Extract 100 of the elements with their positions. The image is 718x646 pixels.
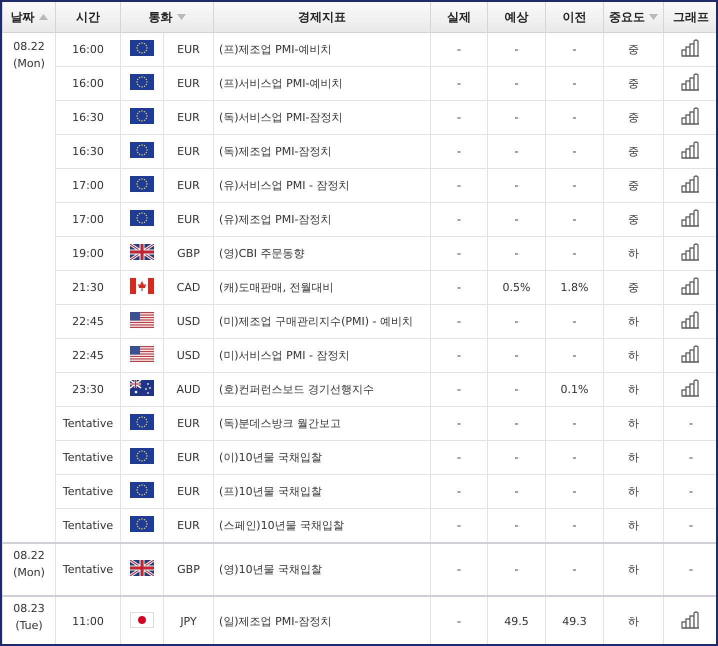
importance-text: 중: [628, 281, 639, 294]
flag-icon: [130, 142, 154, 158]
graph-placeholder-text: -: [689, 451, 693, 464]
time-text: Tentative: [62, 519, 114, 532]
previous-value: -: [572, 77, 576, 90]
previous-value: -: [572, 43, 576, 56]
flag-icon: [130, 612, 154, 628]
column-header[interactable]: 중요도: [604, 2, 664, 32]
forecast-value: -: [514, 213, 518, 226]
indicator-text: (미)제조업 구매관리지수(PMI) - 예비치: [219, 315, 413, 328]
time-text: 17:00: [72, 179, 104, 192]
flag-icon: [130, 244, 154, 260]
bar-chart-icon[interactable]: [681, 311, 701, 329]
bar-chart-icon[interactable]: [681, 611, 701, 629]
previous-value: -: [572, 315, 576, 328]
actual-value: -: [457, 349, 461, 362]
column-header: 그래프: [664, 2, 716, 32]
actual-value: -: [457, 383, 461, 396]
time-text: Tentative: [62, 485, 114, 498]
forecast-value: -: [514, 485, 518, 498]
importance-text: 하: [628, 349, 639, 362]
graph-placeholder-text: -: [689, 485, 693, 498]
importance-text: 중: [628, 145, 639, 158]
importance-text: 중: [628, 213, 639, 226]
previous-value: -: [572, 213, 576, 226]
actual-value: -: [457, 563, 461, 576]
column-header: 예상: [488, 2, 546, 32]
forecast-value: -: [514, 417, 518, 430]
graph-placeholder-text: -: [689, 519, 693, 532]
importance-text: 하: [628, 417, 639, 430]
actual-value: -: [457, 281, 461, 294]
currency-text: EUR: [177, 145, 200, 158]
column-header: 시간: [56, 2, 120, 32]
importance-text: 중: [628, 111, 639, 124]
date-text: 08.22 (Mon): [13, 39, 45, 72]
importance-text: 하: [628, 451, 639, 464]
column-header: 경제지표: [214, 2, 430, 32]
indicator-text: (영)10년물 국채입찰: [219, 563, 322, 576]
importance-text: 하: [628, 563, 639, 576]
currency-text: EUR: [177, 451, 200, 464]
time-text: 21:30: [72, 281, 104, 294]
forecast-value: -: [514, 315, 518, 328]
importance-text: 하: [628, 315, 639, 328]
bar-chart-icon[interactable]: [681, 39, 701, 57]
forecast-value: -: [514, 563, 518, 576]
currency-text: EUR: [177, 77, 200, 90]
actual-value: -: [457, 247, 461, 260]
bar-chart-icon[interactable]: [681, 243, 701, 261]
importance-text: 중: [628, 77, 639, 90]
bar-chart-icon[interactable]: [681, 141, 701, 159]
indicator-text: (미)서비스업 PMI - 잠정치: [219, 349, 350, 362]
indicator-text: (일)제조업 PMI-잠정치: [219, 615, 332, 628]
time-text: Tentative: [62, 563, 114, 576]
flag-icon: [130, 346, 154, 362]
indicator-text: (프)서비스업 PMI-예비치: [219, 77, 342, 90]
column-header[interactable]: 통화: [120, 2, 214, 32]
currency-text: USD: [176, 349, 200, 362]
currency-text: GBP: [177, 563, 200, 576]
forecast-value: -: [514, 383, 518, 396]
actual-value: -: [457, 179, 461, 192]
bar-chart-icon[interactable]: [681, 345, 701, 363]
bar-chart-icon[interactable]: [681, 175, 701, 193]
flag-icon: [130, 560, 154, 576]
bar-chart-icon[interactable]: [681, 73, 701, 91]
bar-chart-icon[interactable]: [681, 209, 701, 227]
indicator-text: (영)CBI 주문동향: [219, 247, 305, 260]
previous-value: -: [572, 349, 576, 362]
bar-chart-icon[interactable]: [681, 277, 701, 295]
forecast-value: -: [514, 451, 518, 464]
time-text: Tentative: [62, 417, 114, 430]
time-text: 22:45: [72, 349, 104, 362]
importance-text: 하: [628, 485, 639, 498]
previous-value: 49.3: [562, 615, 587, 628]
currency-text: EUR: [177, 179, 200, 192]
flag-icon: [130, 176, 154, 192]
forecast-value: -: [514, 43, 518, 56]
forecast-value: -: [514, 247, 518, 260]
bar-chart-icon[interactable]: [681, 107, 701, 125]
flag-icon: [130, 40, 154, 56]
actual-value: -: [457, 485, 461, 498]
forecast-value: -: [514, 111, 518, 124]
time-text: 17:00: [72, 213, 104, 226]
column-header[interactable]: 날짜: [2, 2, 56, 32]
forecast-value: 49.5: [504, 615, 529, 628]
previous-value: -: [572, 145, 576, 158]
previous-value: -: [572, 519, 576, 532]
forecast-value: -: [514, 145, 518, 158]
bar-chart-icon[interactable]: [681, 379, 701, 397]
actual-value: -: [457, 213, 461, 226]
previous-value: -: [572, 485, 576, 498]
currency-text: AUD: [176, 383, 201, 396]
graph-placeholder-text: -: [689, 563, 693, 576]
indicator-text: (독)분데스방크 월간보고: [219, 417, 342, 430]
indicator-text: (독)서비스업 PMI-잠정치: [219, 111, 342, 124]
flag-icon: [130, 380, 154, 396]
graph-placeholder-text: -: [689, 417, 693, 430]
actual-value: -: [457, 43, 461, 56]
indicator-text: (이)10년물 국채입찰: [219, 451, 322, 464]
flag-icon: [130, 482, 154, 498]
actual-value: -: [457, 615, 461, 628]
